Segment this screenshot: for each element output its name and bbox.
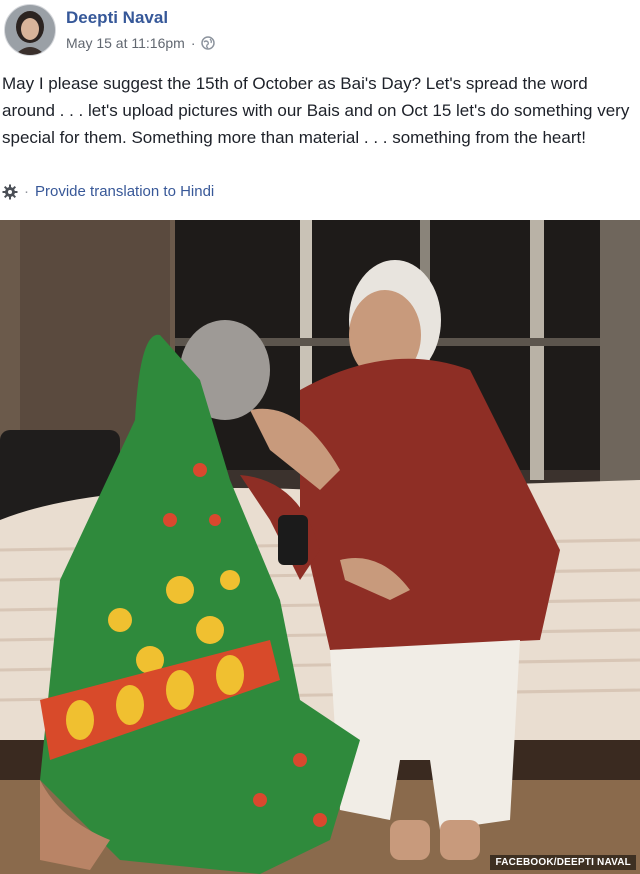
- translate-link[interactable]: Provide translation to Hindi: [35, 183, 214, 200]
- post-header: Deepti Naval May 15 at 11:16pm ·: [0, 0, 640, 62]
- globe-icon[interactable]: [201, 36, 216, 50]
- author-avatar[interactable]: [4, 4, 56, 56]
- photo-illustration: [0, 220, 640, 874]
- post-text: May I please suggest the 15th of October…: [2, 74, 630, 147]
- photo-credit: FACEBOOK/DEEPTI NAVAL: [490, 855, 636, 870]
- post-meta: May 15 at 11:16pm ·: [66, 35, 216, 51]
- author-name[interactable]: Deepti Naval: [66, 8, 168, 28]
- post-photo[interactable]: FACEBOOK/DEEPTI NAVAL: [0, 220, 640, 874]
- meta-separator: ·: [190, 35, 196, 51]
- translation-row: · Provide translation to Hindi: [2, 183, 214, 200]
- post-timestamp[interactable]: May 15 at 11:16pm: [66, 35, 185, 51]
- translate-separator: ·: [24, 183, 29, 200]
- avatar-portrait: [5, 5, 55, 55]
- gear-icon: [2, 184, 18, 200]
